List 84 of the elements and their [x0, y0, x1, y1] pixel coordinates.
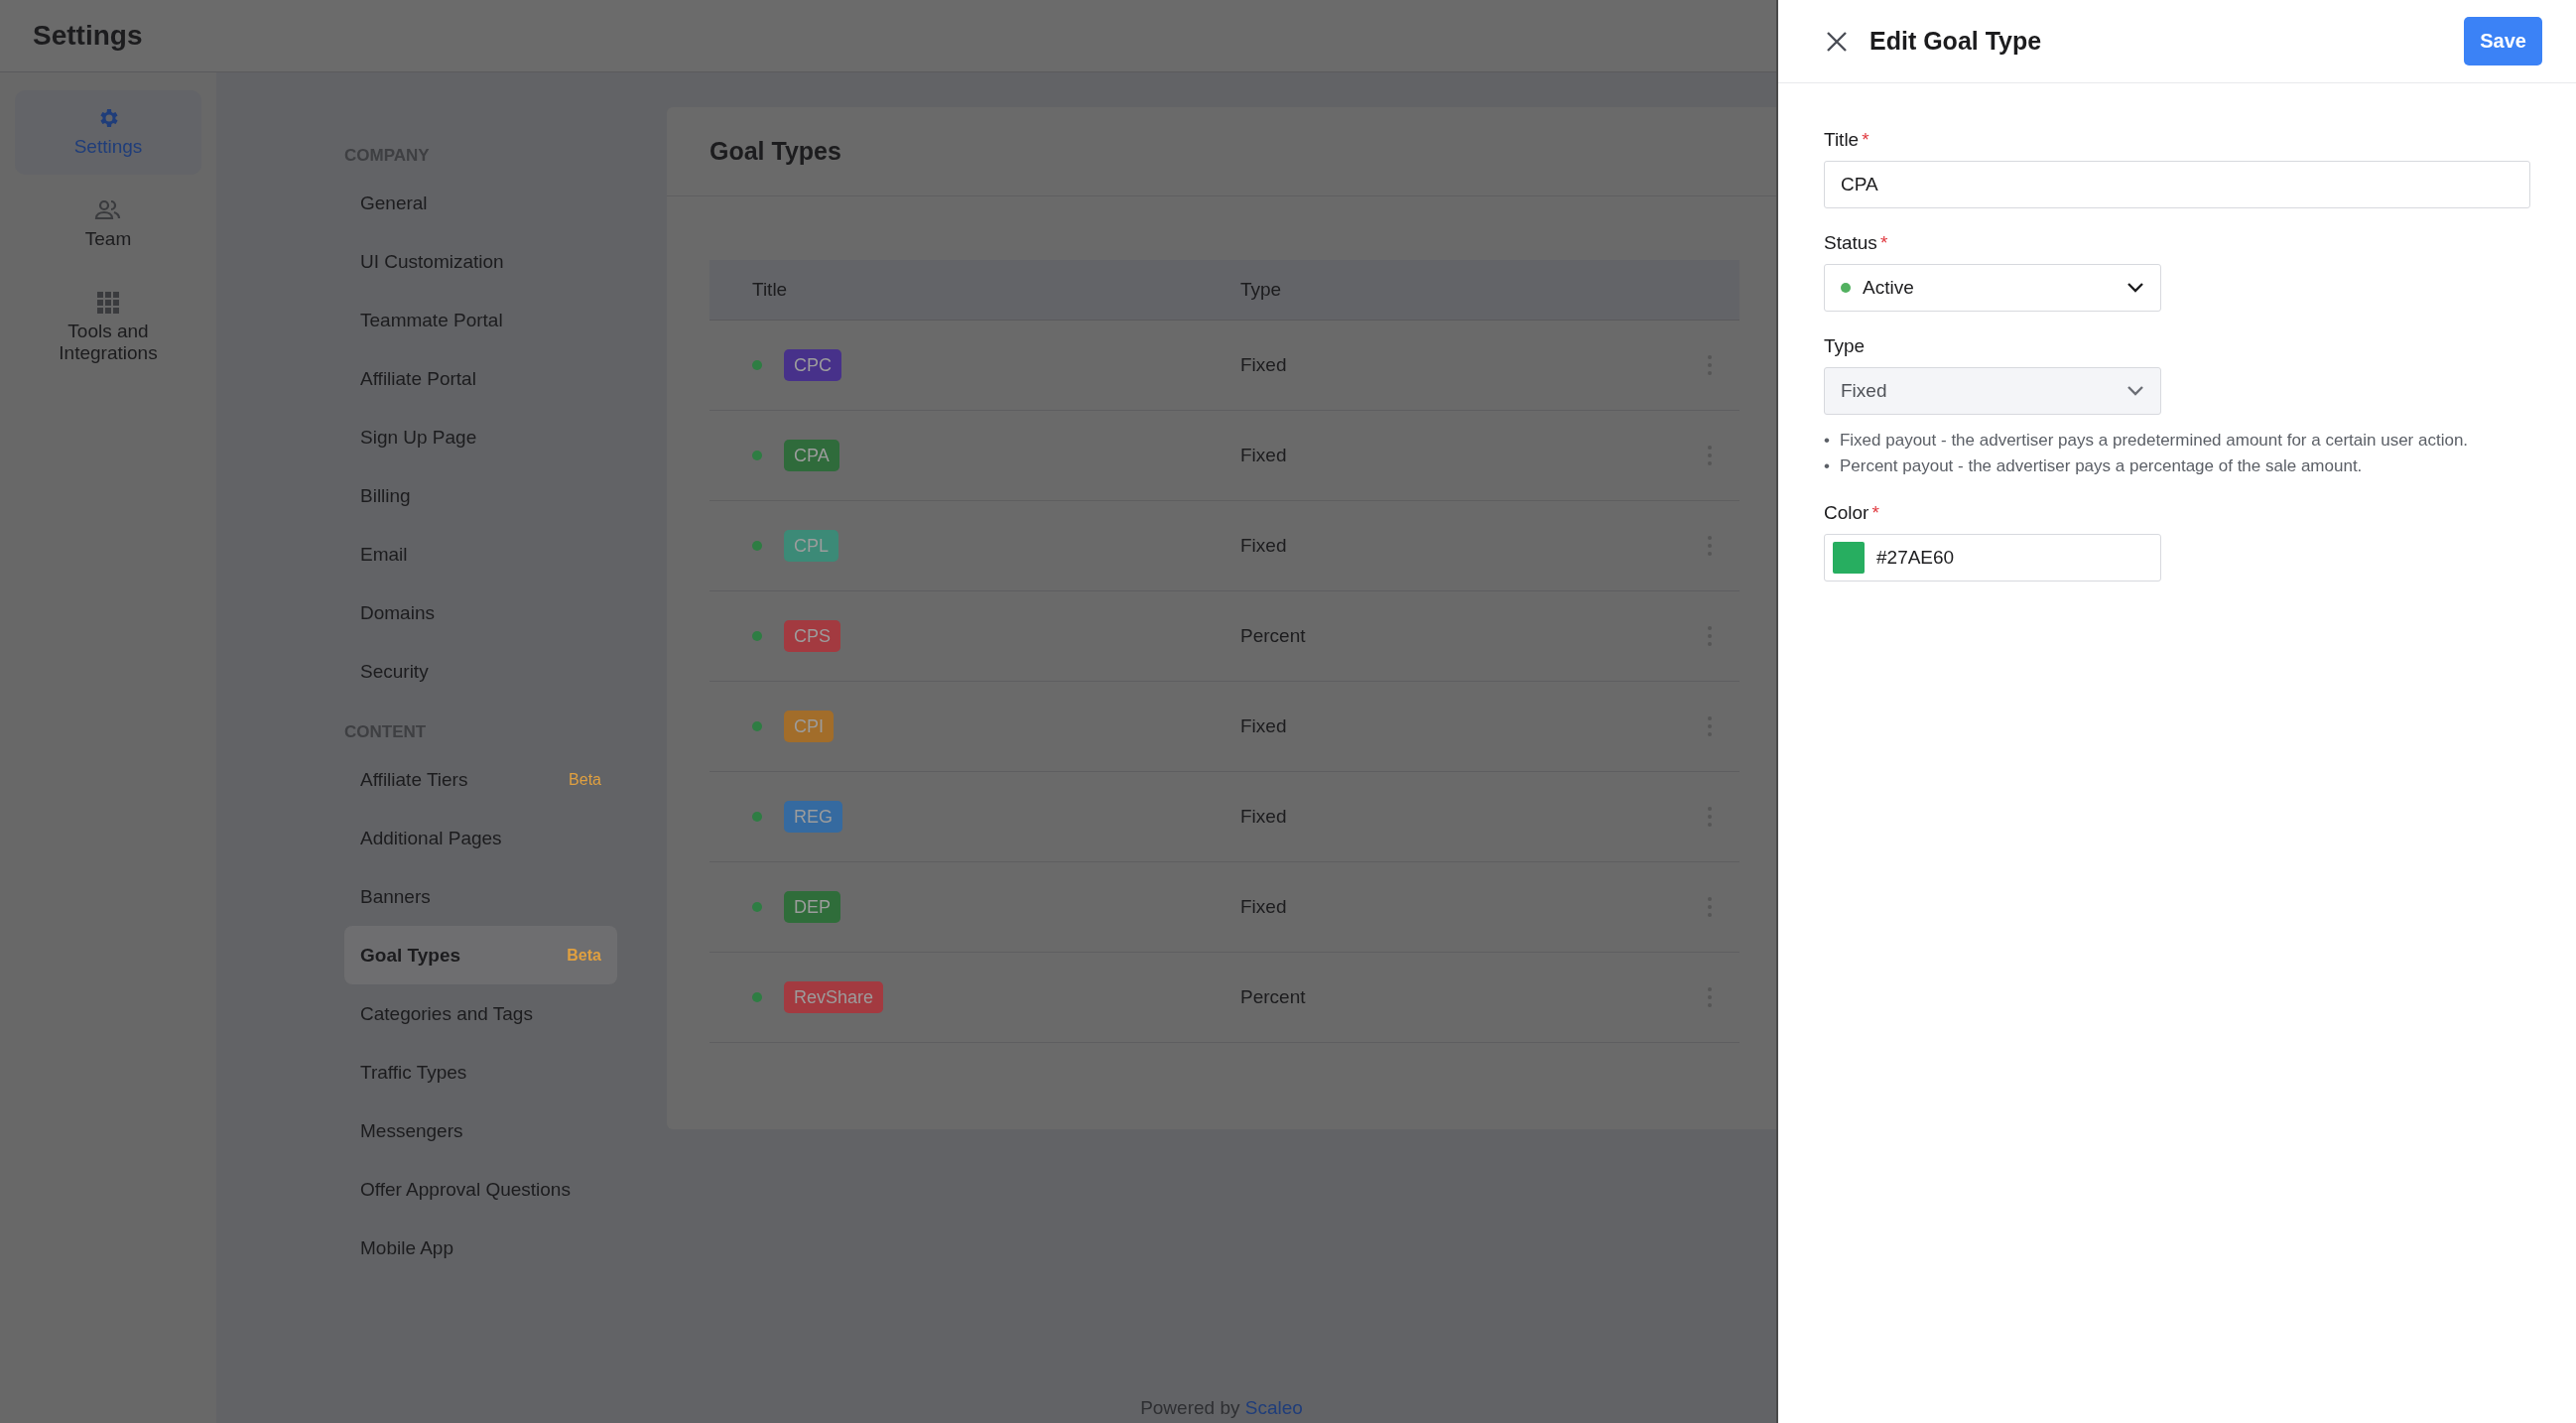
menu-item[interactable]: Domains	[344, 583, 617, 642]
page-title: Settings	[33, 20, 143, 52]
people-icon	[94, 197, 122, 222]
menu-label: General	[360, 192, 428, 214]
goal-tag: REG	[784, 801, 842, 833]
menu-item[interactable]: Banners	[344, 867, 617, 926]
goal-tag: CPI	[784, 711, 834, 742]
menu-item[interactable]: Affiliate Portal	[344, 349, 617, 408]
table-cell-text: Fixed	[1240, 715, 1288, 737]
menu-item[interactable]: Teammate Portal	[344, 291, 617, 349]
title-input[interactable]: CPA	[1824, 161, 2530, 208]
beta-tag: Beta	[567, 946, 601, 965]
close-icon	[1826, 30, 1848, 53]
table-cell-text: Fixed	[1240, 896, 1288, 918]
chevron-down-icon	[2126, 282, 2144, 294]
menu-label: Mobile App	[360, 1236, 453, 1259]
color-swatch	[1833, 542, 1865, 574]
nav-item[interactable]: Team	[15, 182, 201, 267]
menu-label: Sign Up Page	[360, 426, 477, 449]
table-cell-text: Fixed	[1240, 806, 1288, 828]
menu-label: Billing	[360, 484, 411, 507]
menu-item[interactable]: Mobile App	[344, 1219, 617, 1277]
bullet: •	[1824, 430, 1830, 452]
menu-label: Email	[360, 543, 408, 566]
save-button[interactable]: Save	[2464, 17, 2542, 65]
color-input[interactable]: #27AE60	[1824, 534, 2161, 582]
menu-item[interactable]: Offer Approval Questions	[344, 1160, 617, 1219]
menu-item[interactable]: Traffic Types	[344, 1043, 617, 1101]
nav-label: Team	[84, 227, 132, 251]
menu-item[interactable]: Affiliate Tiers Beta	[344, 750, 617, 809]
chevron-down-icon	[2126, 385, 2144, 397]
goal-tag: RevShare	[784, 981, 884, 1013]
card-title: Goal Types	[709, 137, 841, 166]
menu-label: Messengers	[360, 1119, 463, 1142]
menu-item[interactable]: Security	[344, 642, 617, 701]
beta-tag: Beta	[569, 770, 601, 789]
menu-item[interactable]: General	[344, 174, 617, 232]
table-cell-text: Fixed	[1240, 354, 1288, 376]
menu-label: Additional Pages	[360, 827, 502, 849]
menu-item[interactable]: Goal Types Beta	[344, 926, 617, 984]
table-cell-text: Fixed	[1240, 535, 1288, 557]
nav-item[interactable]: Tools and Integrations	[15, 274, 201, 382]
menu-label: Goal Types	[360, 944, 460, 967]
table-cell-text: Percent	[1240, 986, 1307, 1008]
grid-icon	[96, 290, 120, 315]
goal-tag: CPL	[784, 530, 838, 562]
menu-item[interactable]: Email	[344, 525, 617, 583]
menu-label: Domains	[360, 601, 435, 624]
menu-item[interactable]: Messengers	[344, 1101, 617, 1160]
menu-label: Affiliate Tiers	[360, 768, 468, 791]
help-note: Fixed payout - the advertiser pays a predetermined amount for a certain user action.	[1839, 430, 2469, 452]
menu-item[interactable]: Billing	[344, 466, 617, 525]
menu-label: UI Customization	[360, 250, 504, 273]
goal-tag: CPA	[784, 440, 839, 471]
menu-label: Categories and Tags	[360, 1002, 533, 1025]
menu-label: Affiliate Portal	[360, 367, 476, 390]
goal-tag: CPC	[784, 349, 841, 381]
menu-item[interactable]: UI Customization	[344, 232, 617, 291]
menu-label: Teammate Portal	[360, 309, 503, 331]
goal-tag: DEP	[784, 891, 840, 923]
field-label: Status*	[1824, 232, 1889, 254]
column-header: Title	[752, 279, 789, 301]
nav-item[interactable]: Settings	[15, 90, 201, 175]
field-label: Type	[1824, 335, 1867, 357]
field-label: Title*	[1824, 129, 1870, 151]
bullet: •	[1824, 455, 1830, 477]
menu-item[interactable]: Sign Up Page	[344, 408, 617, 466]
panel-title: Edit Goal Type	[1869, 27, 2043, 56]
menu-item[interactable]: Additional Pages	[344, 809, 617, 867]
table-cell-text: Percent	[1240, 625, 1307, 647]
help-note: Percent payout - the advertiser pays a percentage of the sale amount.	[1839, 455, 2363, 477]
field-label: Color*	[1824, 502, 1880, 524]
menu-label: Banners	[360, 885, 431, 908]
nav-label: Tools and Integrations	[58, 320, 159, 366]
table-cell-text: Fixed	[1240, 445, 1288, 466]
goal-tag: CPS	[784, 620, 840, 652]
footer-link[interactable]: Scaleo	[1244, 1397, 1303, 1418]
menu-item[interactable]: Categories and Tags	[344, 984, 617, 1043]
menu-label: Security	[360, 660, 429, 683]
column-header: Type	[1240, 279, 1283, 301]
nav-label: Settings	[73, 136, 143, 159]
menu-label: Traffic Types	[360, 1061, 467, 1084]
menu-label: Offer Approval Questions	[360, 1178, 571, 1201]
status-select[interactable]: Active	[1824, 264, 2161, 312]
